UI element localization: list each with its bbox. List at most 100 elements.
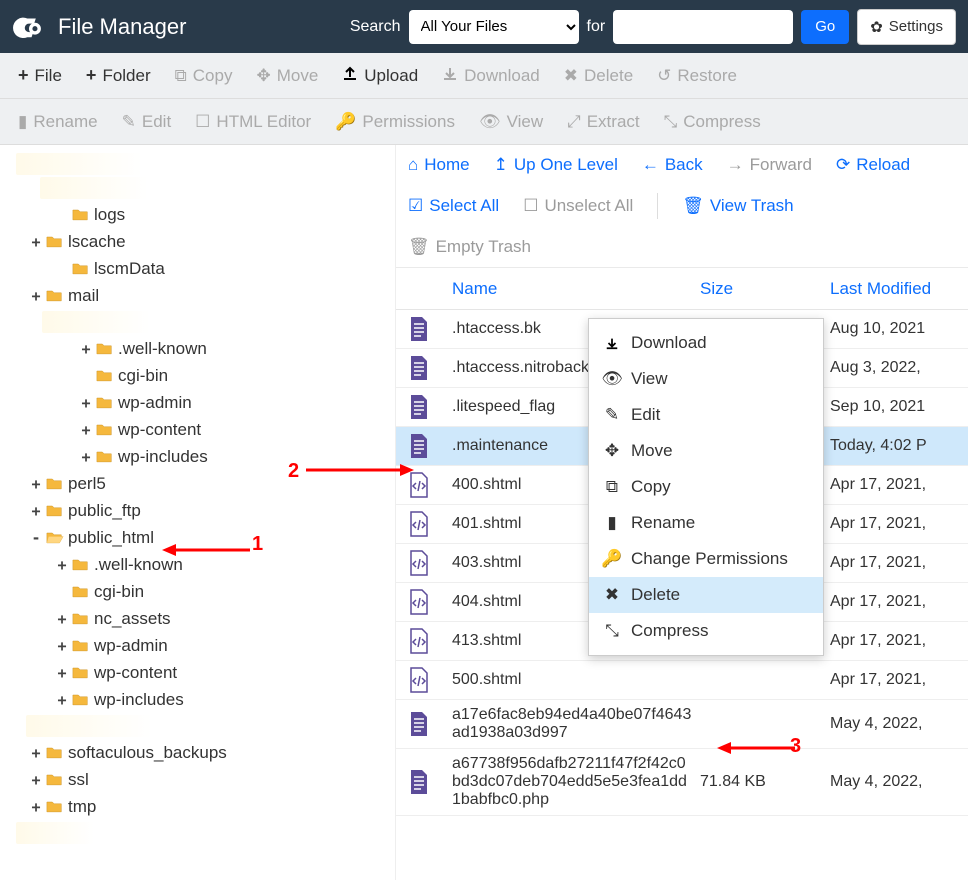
tree-label[interactable]: tmp bbox=[68, 797, 96, 817]
tree-item-wp-content[interactable]: + wp-content bbox=[6, 416, 395, 443]
tree-item-wp-includes[interactable]: + wp-includes bbox=[6, 686, 395, 713]
home-nav[interactable]: ⌂Home bbox=[408, 155, 470, 175]
tree-toggle[interactable]: + bbox=[54, 556, 70, 574]
rename-button[interactable]: ▮Rename bbox=[8, 106, 108, 138]
tree-toggle[interactable]: + bbox=[78, 448, 94, 466]
tree-label[interactable]: wp-includes bbox=[94, 690, 184, 710]
tree-label[interactable]: lscache bbox=[68, 232, 126, 252]
up-nav[interactable]: ↥Up One Level bbox=[494, 155, 618, 175]
new-file-button[interactable]: +File bbox=[8, 59, 72, 92]
tree-item-cgi-bin[interactable]: cgi-bin bbox=[6, 578, 395, 605]
tree-toggle[interactable]: + bbox=[28, 771, 44, 789]
upload-button[interactable]: Upload bbox=[332, 59, 428, 92]
tree-item-tmp[interactable]: + tmp bbox=[6, 793, 395, 820]
tree-item-lscmData[interactable]: lscmData bbox=[6, 255, 395, 282]
tree-label[interactable]: wp-content bbox=[118, 420, 201, 440]
search-scope-select[interactable]: All Your Files bbox=[409, 10, 579, 44]
tree-item-softaculous_backups[interactable]: + softaculous_backups bbox=[6, 739, 395, 766]
menu-copy[interactable]: ⧉Copy bbox=[589, 469, 823, 505]
tree-label[interactable]: wp-content bbox=[94, 663, 177, 683]
tree-label[interactable]: wp-includes bbox=[118, 447, 208, 467]
folder-tree[interactable]: logs + lscache lscmData + mail + .well-known cgi… bbox=[0, 145, 396, 880]
tree-toggle[interactable]: - bbox=[28, 529, 44, 547]
tree-toggle[interactable]: + bbox=[54, 637, 70, 655]
back-nav[interactable]: ←Back bbox=[642, 155, 703, 175]
download-button[interactable]: Download bbox=[432, 59, 550, 92]
tree-item-wp-content[interactable]: + wp-content bbox=[6, 659, 395, 686]
search-input[interactable] bbox=[613, 10, 793, 44]
copy-button[interactable]: ⧉Copy bbox=[165, 60, 243, 92]
tree-toggle[interactable]: + bbox=[28, 798, 44, 816]
tree-label[interactable]: wp-admin bbox=[118, 393, 192, 413]
col-size[interactable]: Size bbox=[700, 279, 830, 299]
tree-label[interactable]: nc_assets bbox=[94, 609, 171, 629]
tree-item-nc_assets[interactable]: + nc_assets bbox=[6, 605, 395, 632]
view-button[interactable]: 👁View bbox=[469, 106, 553, 138]
tree-label[interactable]: logs bbox=[94, 205, 125, 225]
tree-toggle[interactable]: + bbox=[54, 691, 70, 709]
tree-item-cgi-bin[interactable]: cgi-bin bbox=[6, 362, 395, 389]
tree-item-logs[interactable]: logs bbox=[6, 201, 395, 228]
compress-button[interactable]: ⤡Compress bbox=[654, 106, 771, 138]
tree-item-.well-known[interactable]: + .well-known bbox=[6, 335, 395, 362]
tree-label[interactable]: wp-admin bbox=[94, 636, 168, 656]
tree-toggle[interactable]: + bbox=[78, 340, 94, 358]
permissions-button[interactable]: 🔑Permissions bbox=[325, 106, 465, 138]
tree-label[interactable]: .well-known bbox=[118, 339, 207, 359]
menu-download[interactable]: Download bbox=[589, 325, 823, 361]
tree-label[interactable]: mail bbox=[68, 286, 99, 306]
tree-item-wp-admin[interactable]: + wp-admin bbox=[6, 389, 395, 416]
edit-button[interactable]: ✎Edit bbox=[112, 106, 182, 138]
tree-toggle[interactable]: + bbox=[28, 287, 44, 305]
menu-change-permissions[interactable]: 🔑Change Permissions bbox=[589, 541, 823, 577]
tree-item-wp-admin[interactable]: + wp-admin bbox=[6, 632, 395, 659]
menu-edit[interactable]: ✎Edit bbox=[589, 397, 823, 433]
tree-item-mail[interactable]: + mail bbox=[6, 282, 395, 309]
settings-button[interactable]: ✿Settings bbox=[857, 9, 956, 45]
file-row[interactable]: a67738f956dafb27211f47f2f42c0bd3dc07deb7… bbox=[396, 749, 968, 816]
forward-nav[interactable]: →Forward bbox=[727, 155, 812, 175]
tree-label[interactable]: perl5 bbox=[68, 474, 106, 494]
reload-nav[interactable]: ⟳Reload bbox=[836, 155, 910, 175]
tree-toggle[interactable]: + bbox=[28, 475, 44, 493]
tree-toggle[interactable]: + bbox=[54, 610, 70, 628]
tree-item-ssl[interactable]: + ssl bbox=[6, 766, 395, 793]
extract-button[interactable]: ⤢Extract bbox=[557, 106, 650, 138]
tree-label[interactable]: softaculous_backups bbox=[68, 743, 227, 763]
unselect-all-nav[interactable]: ☐Unselect All bbox=[523, 196, 633, 216]
tree-toggle[interactable]: + bbox=[78, 394, 94, 412]
tree-toggle[interactable]: + bbox=[78, 421, 94, 439]
annotation-1: 1 bbox=[252, 533, 263, 556]
restore-button[interactable]: ↺Restore bbox=[647, 60, 747, 92]
empty-trash-nav[interactable]: 🗑Empty Trash bbox=[408, 237, 956, 257]
select-all-nav[interactable]: ☑Select All bbox=[408, 196, 499, 216]
file-row[interactable]: a17e6fac8eb94ed4a40be07f4643ad1938a03d99… bbox=[396, 700, 968, 749]
html-editor-button[interactable]: ☐HTML Editor bbox=[185, 106, 321, 138]
tree-toggle[interactable]: + bbox=[54, 664, 70, 682]
download-icon bbox=[603, 336, 621, 350]
menu-move[interactable]: ✥Move bbox=[589, 433, 823, 469]
tree-item-lscache[interactable]: + lscache bbox=[6, 228, 395, 255]
menu-delete[interactable]: ✖Delete bbox=[589, 577, 823, 613]
tree-label[interactable]: ssl bbox=[68, 770, 89, 790]
view-trash-nav[interactable]: 🗑View Trash bbox=[682, 196, 793, 216]
menu-view[interactable]: 👁View bbox=[589, 361, 823, 397]
col-name[interactable]: Name bbox=[452, 279, 700, 299]
new-folder-button[interactable]: +Folder bbox=[76, 59, 161, 92]
tree-label[interactable]: public_ftp bbox=[68, 501, 141, 521]
menu-rename[interactable]: ▮Rename bbox=[589, 505, 823, 541]
menu-compress[interactable]: ⤡Compress bbox=[589, 613, 823, 649]
move-button[interactable]: ✥Move bbox=[246, 60, 328, 92]
tree-item-public_ftp[interactable]: + public_ftp bbox=[6, 497, 395, 524]
tree-label[interactable]: public_html bbox=[68, 528, 154, 548]
tree-toggle[interactable]: + bbox=[28, 233, 44, 251]
tree-label[interactable]: cgi-bin bbox=[94, 582, 144, 602]
tree-label[interactable]: cgi-bin bbox=[118, 366, 168, 386]
tree-toggle[interactable]: + bbox=[28, 744, 44, 762]
go-button[interactable]: Go bbox=[801, 10, 849, 44]
tree-toggle[interactable]: + bbox=[28, 502, 44, 520]
file-row[interactable]: 500.shtmlApr 17, 2021, bbox=[396, 661, 968, 700]
col-modified[interactable]: Last Modified bbox=[830, 279, 956, 299]
tree-label[interactable]: lscmData bbox=[94, 259, 165, 279]
delete-button[interactable]: ✖Delete bbox=[554, 60, 643, 92]
